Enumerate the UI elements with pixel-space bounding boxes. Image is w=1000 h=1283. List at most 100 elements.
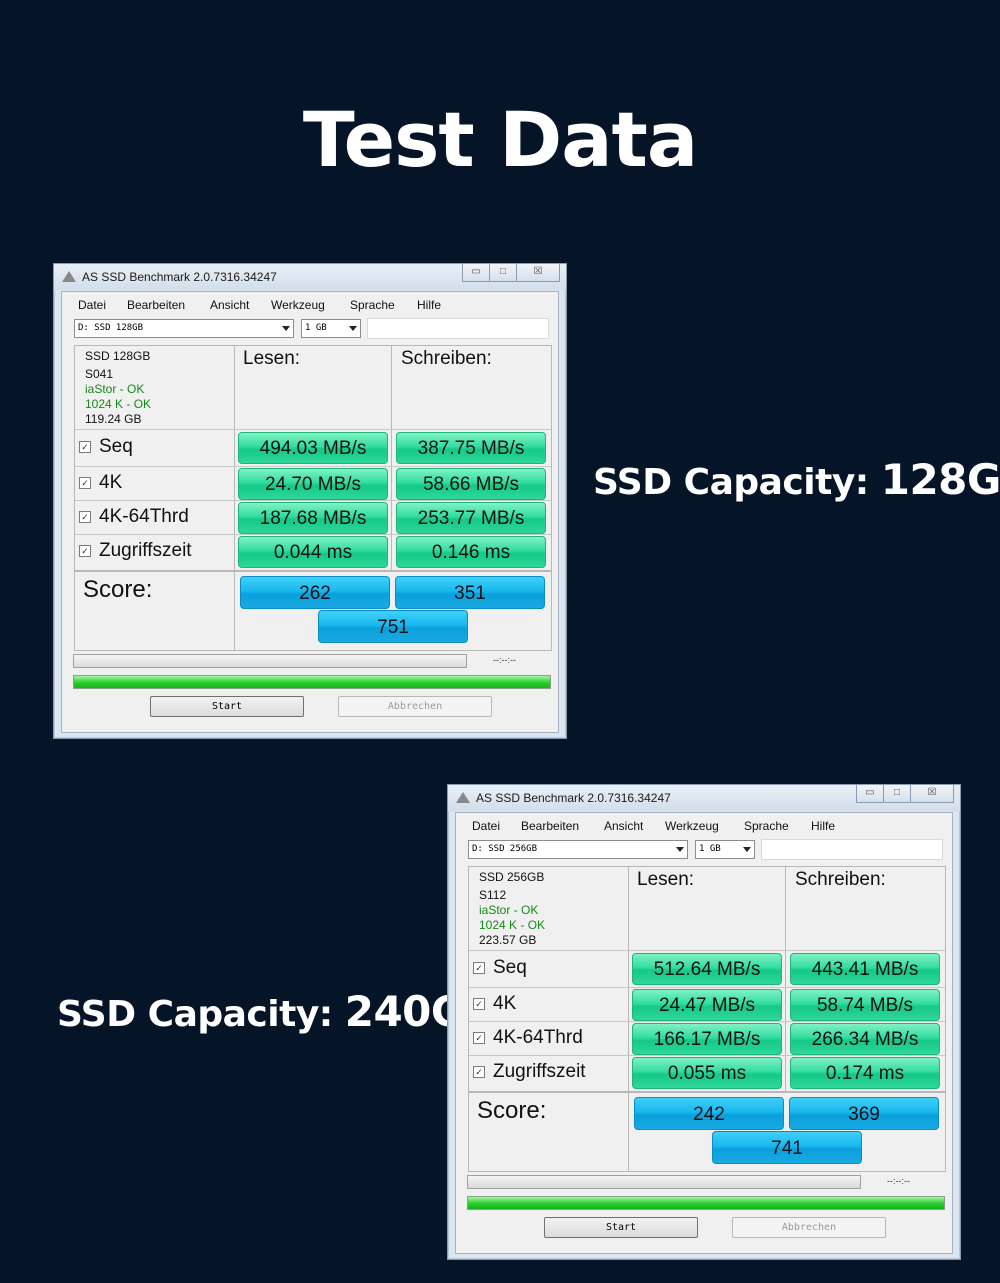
menu-bearbeiten[interactable]: Bearbeiten: [127, 298, 185, 312]
capacity-caption-prefix: SSD Capacity:: [593, 462, 869, 503]
drive-select-value: D: SSD 256GB: [472, 844, 538, 854]
menu-werkzeug[interactable]: Werkzeug: [665, 819, 719, 833]
result-seq-read: 494.03 MB/s: [238, 432, 388, 464]
start-button[interactable]: Start: [150, 696, 304, 717]
drive-firmware: S112: [479, 888, 507, 902]
menu-hilfe[interactable]: Hilfe: [417, 298, 441, 312]
alignment-status: 1024 K - OK: [479, 918, 546, 932]
driver-status: iaStor - OK: [85, 382, 145, 396]
result-seq-read: 512.64 MB/s: [632, 953, 782, 985]
read-column-header: Lesen:: [243, 348, 301, 369]
window-titlebar[interactable]: AS SSD Benchmark 2.0.7316.34247 ▭ □ ☒: [54, 264, 566, 290]
window-client: Datei Bearbeiten Ansicht Werkzeug Sprach…: [455, 812, 953, 1254]
chevron-down-icon: [743, 847, 751, 852]
menu-bearbeiten[interactable]: Bearbeiten: [521, 819, 579, 833]
menu-hilfe[interactable]: Hilfe: [811, 819, 835, 833]
benchmark-window-128gb: AS SSD Benchmark 2.0.7316.34247 ▭ □ ☒ Da…: [53, 263, 567, 739]
row-label-4k: ✓ 4K: [79, 472, 122, 494]
drive-size: 119.24 GB: [85, 412, 142, 426]
write-column-header: Schreiben:: [401, 348, 492, 369]
checkbox-zugriffszeit[interactable]: ✓: [473, 1066, 485, 1078]
results-panel: SSD 256GB S112 iaStor - OK 1024 K - OK 2…: [468, 866, 946, 1172]
result-4k64-read: 166.17 MB/s: [632, 1023, 782, 1055]
drive-select[interactable]: D: SSD 128GB: [74, 319, 294, 338]
drive-firmware: S041: [85, 367, 114, 381]
result-access-read: 0.044 ms: [238, 536, 388, 568]
menu-sprache[interactable]: Sprache: [350, 298, 395, 312]
checkbox-4k[interactable]: ✓: [473, 998, 485, 1010]
timer-readout: --:--:--: [887, 1176, 910, 1186]
close-button[interactable]: ☒: [910, 785, 954, 803]
checkbox-seq[interactable]: ✓: [79, 441, 91, 453]
size-select[interactable]: 1 GB: [695, 840, 755, 859]
drive-size: 223.57 GB: [479, 933, 537, 947]
cancel-button[interactable]: Abbrechen: [338, 696, 492, 717]
score-label: Score:: [83, 576, 153, 603]
score-total: 751: [318, 610, 468, 643]
result-access-write: 0.146 ms: [396, 536, 546, 568]
result-seq-write: 443.41 MB/s: [790, 953, 940, 985]
row-label-4k-64thrd: ✓ 4K-64Thrd: [473, 1027, 583, 1049]
row-label-4k: ✓ 4K: [473, 993, 516, 1015]
total-progress-bar: [73, 675, 551, 689]
app-icon: [62, 271, 76, 282]
result-4k-write: 58.66 MB/s: [396, 468, 546, 500]
row-label-seq: ✓ Seq: [473, 957, 527, 979]
minimize-button[interactable]: ▭: [462, 264, 490, 282]
chevron-down-icon: [676, 847, 684, 852]
drive-name: SSD 256GB: [479, 870, 545, 884]
score-write: 369: [789, 1097, 939, 1130]
score-write: 351: [395, 576, 545, 609]
result-4k-read: 24.70 MB/s: [238, 468, 388, 500]
menu-werkzeug[interactable]: Werkzeug: [271, 298, 325, 312]
driver-status: iaStor - OK: [479, 903, 539, 917]
menu-ansicht[interactable]: Ansicht: [210, 298, 249, 312]
close-button[interactable]: ☒: [516, 264, 560, 282]
start-button[interactable]: Start: [544, 1217, 698, 1238]
checkbox-4k[interactable]: ✓: [79, 477, 91, 489]
capacity-caption-240: SSD Capacity: 240GB: [57, 987, 497, 1036]
chevron-down-icon: [282, 326, 290, 331]
row-label-text: Seq: [493, 957, 527, 978]
capacity-caption-value: 128GB: [880, 455, 1000, 504]
checkbox-4k-64thrd[interactable]: ✓: [79, 511, 91, 523]
window-titlebar[interactable]: AS SSD Benchmark 2.0.7316.34247 ▭ □ ☒: [448, 785, 960, 811]
row-label-text: 4K: [493, 993, 517, 1014]
capacity-caption-128: SSD Capacity: 128GB: [593, 455, 1000, 504]
timer-readout: --:--:--: [493, 655, 516, 665]
read-column-header: Lesen:: [637, 869, 695, 890]
maximize-button[interactable]: □: [489, 264, 517, 282]
app-icon: [456, 792, 470, 803]
result-4k64-write: 266.34 MB/s: [790, 1023, 940, 1055]
size-select[interactable]: 1 GB: [301, 319, 361, 338]
capacity-caption-prefix: SSD Capacity:: [57, 994, 333, 1035]
drive-select-value: D: SSD 128GB: [78, 323, 144, 333]
row-label-4k-64thrd: ✓ 4K-64Thrd: [79, 506, 189, 528]
minimize-button[interactable]: ▭: [856, 785, 884, 803]
result-4k64-write: 253.77 MB/s: [396, 502, 546, 534]
menu-ansicht[interactable]: Ansicht: [604, 819, 643, 833]
maximize-button[interactable]: □: [883, 785, 911, 803]
checkbox-zugriffszeit[interactable]: ✓: [79, 545, 91, 557]
drive-select[interactable]: D: SSD 256GB: [468, 840, 688, 859]
cancel-button[interactable]: Abbrechen: [732, 1217, 886, 1238]
results-panel: SSD 128GB S041 iaStor - OK 1024 K - OK 1…: [74, 345, 552, 651]
checkbox-4k-64thrd[interactable]: ✓: [473, 1032, 485, 1044]
result-4k-write: 58.74 MB/s: [790, 989, 940, 1021]
score-label: Score:: [477, 1097, 547, 1124]
sub-progress-bar: [467, 1175, 861, 1189]
menu-datei[interactable]: Datei: [78, 298, 106, 312]
size-select-value: 1 GB: [699, 844, 721, 854]
checkbox-seq[interactable]: ✓: [473, 962, 485, 974]
total-progress-bar: [467, 1196, 945, 1210]
window-title: AS SSD Benchmark 2.0.7316.34247: [476, 791, 671, 805]
row-label-text: 4K-64Thrd: [99, 506, 189, 527]
menu-datei[interactable]: Datei: [472, 819, 500, 833]
menu-sprache[interactable]: Sprache: [744, 819, 789, 833]
result-4k64-read: 187.68 MB/s: [238, 502, 388, 534]
drive-name: SSD 128GB: [85, 349, 151, 363]
row-label-text: Zugriffszeit: [493, 1061, 586, 1082]
page-headline: Test Data: [302, 95, 698, 184]
status-field: [761, 839, 943, 860]
size-select-value: 1 GB: [305, 323, 327, 333]
